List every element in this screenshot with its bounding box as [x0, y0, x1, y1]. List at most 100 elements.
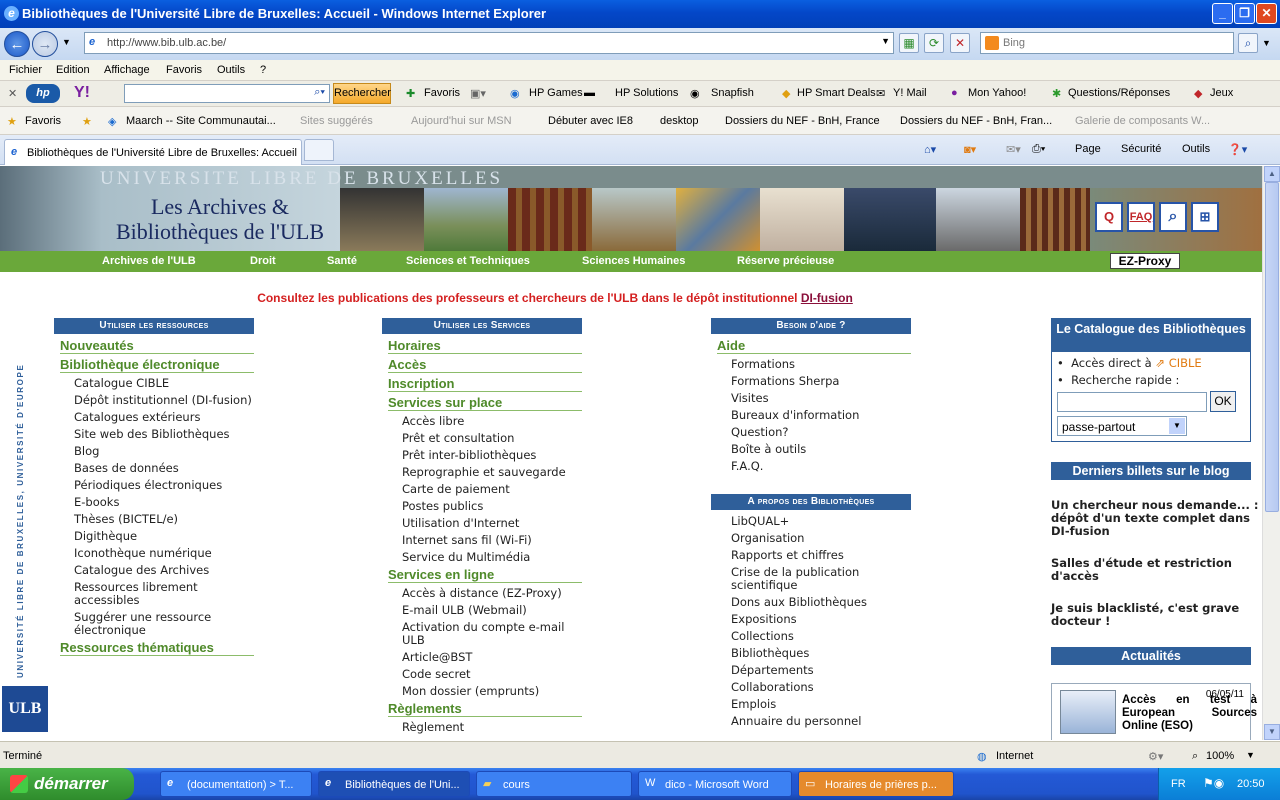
- col3-item[interactable]: Bureaux d'information: [731, 409, 911, 422]
- home-icon[interactable]: ⌂▾: [924, 143, 936, 156]
- col1-item[interactable]: Ressources librement accessibles: [74, 581, 254, 607]
- col2b-item[interactable]: Activation du compte e-mail ULB: [402, 621, 582, 647]
- menu-fichier[interactable]: Fichier: [9, 64, 42, 76]
- link-bib-electronique[interactable]: Bibliothèque électronique: [60, 357, 254, 373]
- fav-sites-suggeres[interactable]: Sites suggérés: [300, 115, 373, 127]
- nav-sciences-techniques[interactable]: Sciences et Techniques: [406, 255, 530, 267]
- toolbar-dropdown-icon[interactable]: ▣▾: [470, 87, 486, 100]
- search-icon[interactable]: ⌕: [1159, 202, 1187, 232]
- yahoo-logo-icon[interactable]: Y!: [74, 84, 90, 102]
- col3b-item[interactable]: Collections: [731, 630, 911, 643]
- link-aide[interactable]: Aide: [717, 338, 911, 354]
- col2-item[interactable]: Utilisation d'Internet: [402, 517, 582, 530]
- col3b-item[interactable]: LibQUAL+: [731, 515, 911, 528]
- task-bibliotheques[interactable]: e Bibliothèques de l'Uni...: [318, 771, 470, 797]
- yahoo-search-input[interactable]: ⌕▾: [124, 84, 330, 103]
- address-dropdown-icon[interactable]: ▼: [881, 36, 890, 46]
- address-bar[interactable]: e http://www.bib.ulb.ac.be/ ▼: [84, 32, 894, 54]
- col2b-item[interactable]: E-mail ULB (Webmail): [402, 604, 582, 617]
- catalogue-search-input[interactable]: [1057, 392, 1207, 412]
- print-icon[interactable]: ⎙▾: [1032, 143, 1045, 156]
- fav-ie8[interactable]: Débuter avec IE8: [548, 115, 633, 127]
- actualites-item[interactable]: 06/05/11 Accès en test à European Source…: [1051, 683, 1257, 740]
- col3-item[interactable]: Boîte à outils: [731, 443, 911, 456]
- nav-archives[interactable]: Archives de l'ULB: [102, 255, 196, 267]
- toolbar-jeux[interactable]: Jeux: [1210, 87, 1233, 99]
- toolbar-hp-smart-deals[interactable]: HP Smart Deals: [797, 87, 876, 99]
- stop-icon[interactable]: ✕: [950, 33, 970, 53]
- col3-item[interactable]: Visites: [731, 392, 911, 405]
- link-ressources-thematiques[interactable]: Ressources thématiques: [60, 640, 254, 656]
- toolbar-hp-games[interactable]: HP Games: [529, 87, 583, 99]
- col1-item[interactable]: Catalogue CIBLE: [74, 377, 254, 390]
- scroll-down-icon[interactable]: ▼: [1264, 724, 1280, 740]
- col1-item[interactable]: E-books: [74, 496, 254, 509]
- nav-sante[interactable]: Santé: [327, 255, 357, 267]
- securite-menu[interactable]: Sécurité: [1121, 143, 1161, 155]
- menu-outils[interactable]: Outils: [217, 64, 245, 76]
- blog-post-1[interactable]: Un chercheur nous demande... : dépôt d'u…: [1051, 499, 1261, 538]
- maximize-button[interactable]: ❐: [1234, 3, 1255, 24]
- toolbar-mon-yahoo[interactable]: Mon Yahoo!: [968, 87, 1026, 99]
- history-dropdown-icon[interactable]: ▼: [62, 37, 71, 47]
- link-services-en-ligne[interactable]: Services en ligne: [388, 567, 582, 583]
- col3b-item[interactable]: Expositions: [731, 613, 911, 626]
- zoom-dropdown-icon[interactable]: ▼: [1246, 750, 1255, 760]
- ezproxy-button[interactable]: EZ-Proxy: [1110, 253, 1180, 269]
- col2-item[interactable]: Postes publics: [402, 500, 582, 513]
- col3b-item[interactable]: Annuaire du personnel: [731, 715, 911, 728]
- tray-icons[interactable]: ⚑◉: [1203, 776, 1224, 790]
- toolbar-snapfish[interactable]: Snapfish: [711, 87, 754, 99]
- hp-logo-icon[interactable]: hp: [26, 84, 60, 103]
- col3-item[interactable]: Formations Sherpa: [731, 375, 911, 388]
- catalogue-ok-button[interactable]: OK: [1210, 391, 1236, 412]
- col1-item[interactable]: Iconothèque numérique: [74, 547, 254, 560]
- col3-item[interactable]: Formations: [731, 358, 911, 371]
- col2-item[interactable]: Prêt et consultation: [402, 432, 582, 445]
- col2-item[interactable]: Reprographie et sauvegarde: [402, 466, 582, 479]
- col1-item[interactable]: Catalogue des Archives: [74, 564, 254, 577]
- fav-desktop[interactable]: desktop: [660, 115, 699, 127]
- fav-galerie[interactable]: Galerie de composants W...: [1075, 115, 1210, 127]
- link-acces[interactable]: Accès: [388, 357, 582, 373]
- tab-ulb[interactable]: e Bibliothèques de l'Université Libre de…: [4, 139, 302, 165]
- rechercher-button[interactable]: Rechercher: [333, 83, 391, 104]
- col3b-item[interactable]: Bibliothèques: [731, 647, 911, 660]
- col2b-item[interactable]: Code secret: [402, 668, 582, 681]
- fav-maarch[interactable]: Maarch -- Site Communautai...: [126, 115, 276, 127]
- faq-icon[interactable]: FAQ: [1127, 202, 1155, 232]
- task-horaires[interactable]: ▭ Horaires de prières p...: [798, 771, 954, 797]
- col2b-item[interactable]: Accès à distance (EZ-Proxy): [402, 587, 582, 600]
- start-button[interactable]: démarrer: [0, 768, 134, 800]
- search-input[interactable]: Bing: [980, 32, 1234, 54]
- col2b-item[interactable]: Article@BST: [402, 651, 582, 664]
- nav-reserve[interactable]: Réserve précieuse: [737, 255, 834, 267]
- fav-msn[interactable]: Aujourd'hui sur MSN: [411, 115, 512, 127]
- new-tab-button[interactable]: [304, 139, 334, 161]
- col3b-item[interactable]: Dons aux Bibliothèques: [731, 596, 911, 609]
- chevron-down-icon[interactable]: ▼: [1169, 418, 1185, 434]
- yahoo-search-icon[interactable]: ⌕▾: [314, 86, 325, 99]
- col2-item[interactable]: Service du Multimédia: [402, 551, 582, 564]
- scroll-up-icon[interactable]: ▲: [1264, 166, 1280, 182]
- toolbar-favoris[interactable]: Favoris: [424, 87, 460, 99]
- link-reglements[interactable]: Règlements: [388, 701, 582, 717]
- blog-post-2[interactable]: Salles d'étude et restriction d'accès: [1051, 557, 1261, 583]
- task-word[interactable]: Wdico - Microsoft Word: [638, 771, 792, 797]
- nav-sciences-humaines[interactable]: Sciences Humaines: [582, 255, 685, 267]
- col3b-item[interactable]: Collaborations: [731, 681, 911, 694]
- rss-icon[interactable]: ◙▾: [964, 143, 976, 156]
- task-cours[interactable]: ▰ cours: [476, 771, 632, 797]
- col1-item[interactable]: Thèses (BICTEL/e): [74, 513, 254, 526]
- help-icon[interactable]: ❓▾: [1228, 143, 1247, 156]
- favorites-button[interactable]: Favoris: [25, 115, 61, 127]
- page-menu[interactable]: Page: [1075, 143, 1101, 155]
- question-icon[interactable]: Q: [1095, 202, 1123, 232]
- fav-nef-2[interactable]: Dossiers du NEF - BnH, Fran...: [900, 115, 1052, 127]
- di-fusion-link[interactable]: DI-fusion: [801, 291, 853, 305]
- blog-post-3[interactable]: Je suis blacklisté, c'est grave docteur …: [1051, 602, 1261, 628]
- col3b-item[interactable]: Rapports et chiffres: [731, 549, 911, 562]
- search-dropdown-icon[interactable]: ▼: [1262, 38, 1271, 48]
- page-scrollbar[interactable]: ▲ ▼: [1262, 166, 1280, 740]
- toolbar-questions[interactable]: Questions/Réponses: [1068, 87, 1170, 99]
